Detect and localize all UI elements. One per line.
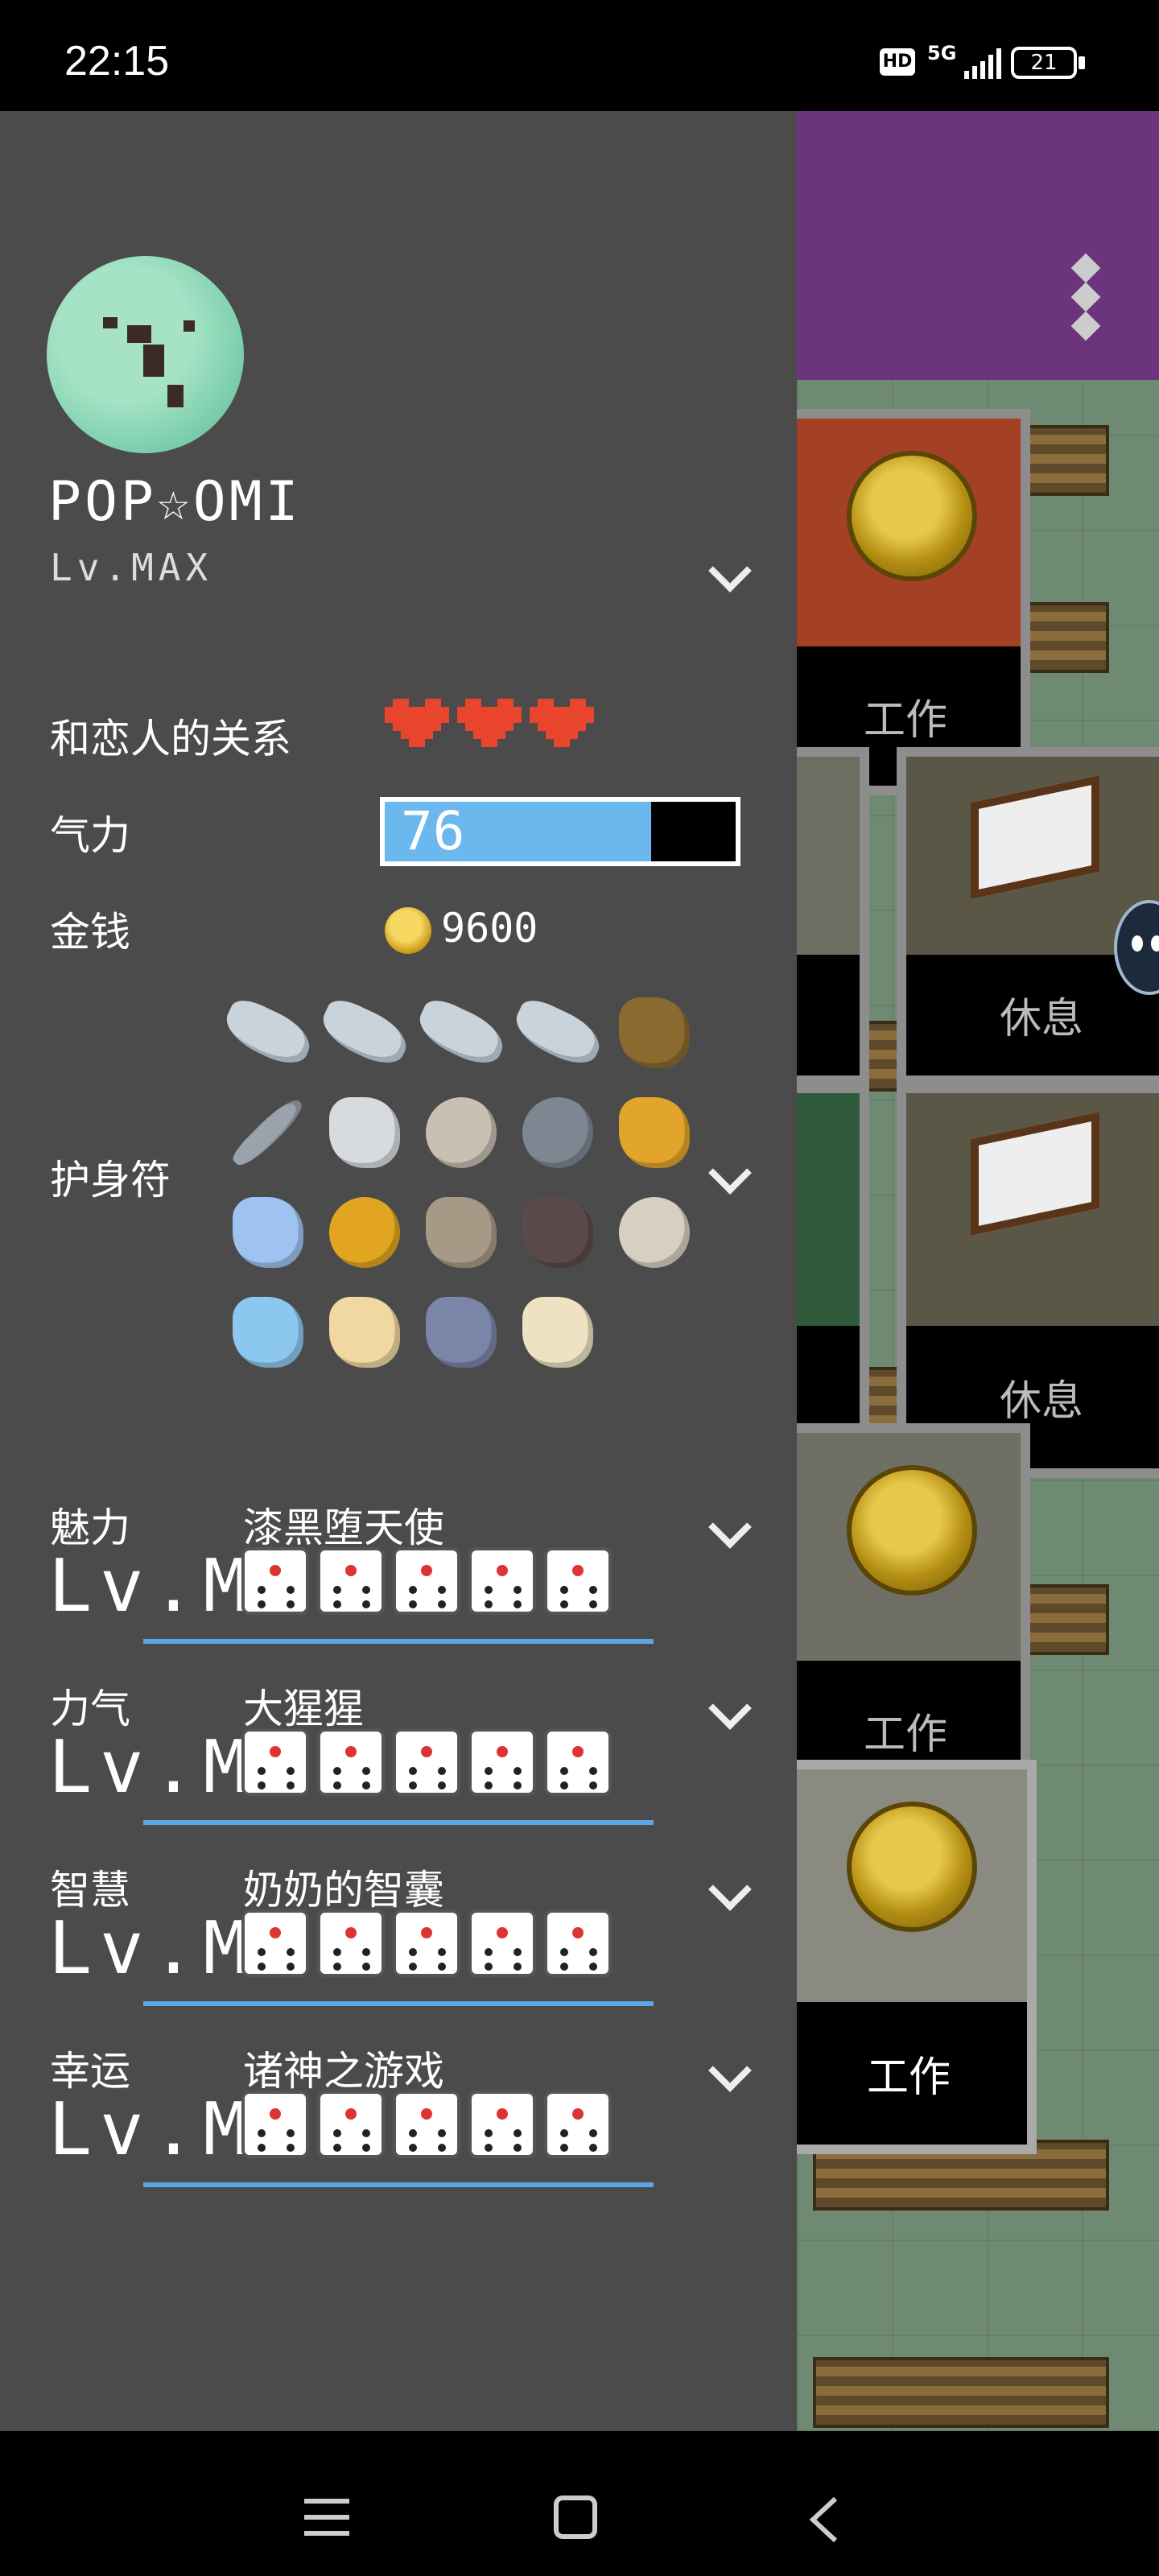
game-board: 工作 休息 休息 工作 工作 (781, 111, 1159, 2431)
menu-dots-icon[interactable] (1070, 253, 1101, 341)
phone-gem-icon (426, 1297, 497, 1368)
branch-icon (619, 997, 690, 1068)
crown-icon (329, 1097, 400, 1168)
dice-icon (468, 1547, 536, 1615)
money-label: 金钱 (50, 909, 130, 956)
heart-icon (530, 699, 594, 755)
work-tile[interactable]: 工作 (781, 409, 1030, 795)
dice-icon (317, 1547, 385, 1615)
gold-coin-icon (847, 1802, 977, 1932)
gold-coin-icon (847, 451, 977, 581)
dice-icon (241, 1728, 309, 1796)
avatar (47, 256, 244, 453)
starfish-stone-icon (619, 1197, 690, 1268)
chevron-down-icon[interactable] (708, 1868, 752, 1911)
clock: 22:15 (64, 38, 170, 85)
battery-icon: 21 (1011, 47, 1077, 79)
gold-coin-icon (847, 1465, 977, 1596)
bone-icon (426, 1197, 497, 1268)
dice-icon (241, 2091, 309, 2158)
silver-coin-icon (522, 1097, 593, 1168)
dice-icon (544, 2091, 612, 2158)
tuna-fish-icon (218, 993, 318, 1072)
sword-icon (229, 1093, 307, 1172)
rest-tile[interactable]: 休息 (897, 1084, 1159, 1478)
bat-icon (522, 1197, 593, 1268)
heart-icon (385, 699, 449, 755)
stat-underline (143, 1820, 654, 1825)
work-tile[interactable]: 工作 (781, 1760, 1037, 2154)
dice-icon (393, 1909, 460, 1977)
tuna-fish-icon (411, 993, 511, 1072)
battery-tip-icon (1079, 56, 1085, 69)
dice-icon (544, 1547, 612, 1615)
rest-tile[interactable]: 休息 (897, 747, 1159, 1085)
tiara-icon (233, 1197, 303, 1268)
stamina-value: 76 (401, 800, 465, 862)
game-header (797, 111, 1159, 380)
home-icon[interactable] (554, 2496, 597, 2539)
puppy-icon (329, 1297, 400, 1368)
hd-icon: HD (880, 48, 915, 76)
dice-icon (468, 1728, 536, 1796)
heart-icon (457, 699, 522, 755)
chevron-down-icon[interactable] (708, 1686, 752, 1730)
back-icon[interactable] (808, 2496, 840, 2544)
fossil-stone-icon (426, 1097, 497, 1168)
tuna-fish-icon (315, 993, 415, 1072)
dice-icon (317, 2091, 385, 2158)
stat-underline (143, 2182, 654, 2187)
tile-label: 工作 (790, 2001, 1027, 2145)
chevron-down-icon[interactable] (708, 549, 752, 592)
stamina-label: 气力 (50, 812, 130, 859)
chevron-down-icon[interactable] (708, 1151, 752, 1195)
status-bar: 22:15 HD 5G 21 (0, 0, 1159, 111)
money-value: 9600 (441, 905, 538, 952)
dice-icon (317, 1909, 385, 1977)
dice-icon (241, 1547, 309, 1615)
dice-icon (544, 1909, 612, 1977)
menu-icon[interactable] (304, 2497, 349, 2537)
network-label: 5G (927, 42, 957, 64)
dice-icon (317, 1728, 385, 1796)
relation-label: 和恋人的关系 (50, 716, 291, 762)
coral-icon (522, 1297, 593, 1368)
dice-icon (393, 1547, 460, 1615)
nav-bar (0, 2431, 1159, 2576)
battery-level: 21 (1030, 51, 1058, 75)
dice-icon (544, 1728, 612, 1796)
dice-icon (393, 2091, 460, 2158)
profile-drawer: POP☆OMI Lv.MAX 和恋人的关系 气力 76 金钱 9600 护身符 … (0, 111, 797, 2431)
stat-underline (143, 2001, 654, 2006)
heart-crown-icon (619, 1097, 690, 1168)
stat-underline (143, 1639, 654, 1644)
whale-icon (233, 1297, 303, 1368)
work-tile[interactable]: 工作 (781, 1423, 1030, 1810)
dice-icon (241, 1909, 309, 1977)
amulet-label: 护身符 (50, 1157, 171, 1203)
dice-icon (393, 1728, 460, 1796)
dice-icon (468, 1909, 536, 1977)
gold-coin-icon (385, 907, 431, 954)
signal-icon (964, 48, 1001, 79)
tuna-fish-icon (508, 993, 608, 1072)
dice-icon (468, 2091, 536, 2158)
chevron-down-icon[interactable] (708, 1505, 752, 1549)
username: POP☆OMI (48, 470, 302, 534)
bench-decoration (813, 2357, 1109, 2428)
chevron-down-icon[interactable] (708, 2049, 752, 2092)
player-level: Lv.MAX (50, 546, 213, 589)
amber-leaf-icon (329, 1197, 400, 1268)
stamina-bar: 76 (380, 797, 740, 866)
